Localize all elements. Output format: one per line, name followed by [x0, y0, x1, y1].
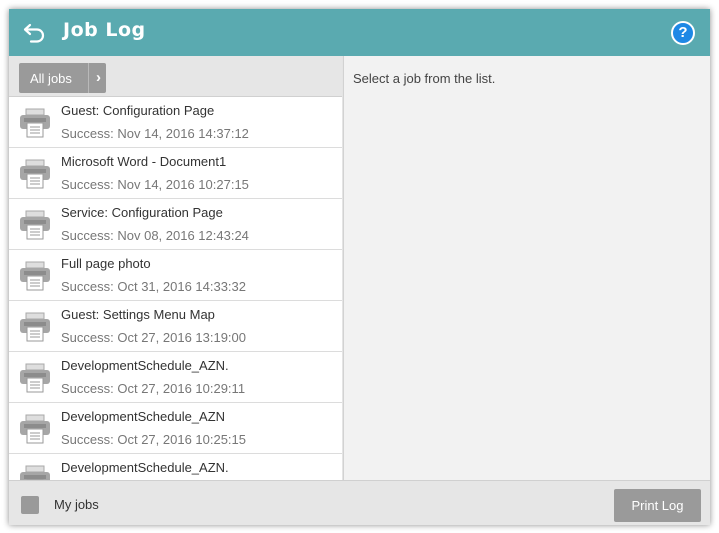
printer-icon — [19, 159, 51, 189]
job-name: Guest: Configuration Page — [61, 103, 215, 118]
header-bar: Job Log ? — [9, 9, 710, 56]
job-list-item[interactable]: DevelopmentSchedule_AZN Success: Oct 27, … — [9, 403, 342, 454]
job-list-item[interactable]: Microsoft Word - Document1 Success: Nov 1… — [9, 148, 342, 199]
job-list-item[interactable]: Guest: Settings Menu Map Success: Oct 27,… — [9, 301, 342, 352]
job-status: Success: Nov 14, 2016 14:37:12 — [61, 126, 249, 141]
help-icon[interactable]: ? — [671, 21, 695, 45]
printer-icon — [19, 363, 51, 393]
printer-icon — [19, 108, 51, 138]
filter-divider — [88, 63, 89, 93]
job-list: Guest: Configuration Page Success: Nov 14… — [9, 97, 342, 480]
select-job-hint: Select a job from the list. — [353, 71, 496, 86]
job-status: Success: Oct 31, 2016 14:33:32 — [61, 279, 247, 294]
job-name: Service: Configuration Page — [61, 205, 223, 220]
job-list-item[interactable]: Service: Configuration Page Success: Nov … — [9, 199, 342, 250]
all-jobs-label: All jobs — [30, 70, 72, 86]
footer-bar: My jobs Print Log — [9, 480, 710, 525]
job-list-item[interactable]: DevelopmentSchedule_AZN. Success: Oct 27,… — [9, 352, 342, 403]
job-list-panel: All jobs › Guest: Configuration Page Succ… — [9, 56, 342, 480]
job-status: Success: Nov 14, 2016 10:27:15 — [61, 177, 249, 192]
print-log-button[interactable]: Print Log — [614, 489, 701, 522]
job-name: Microsoft Word - Document1 — [61, 154, 227, 169]
back-arrow-icon[interactable] — [23, 21, 47, 43]
printer-icon — [19, 210, 51, 240]
my-jobs-label[interactable]: My jobs — [54, 497, 99, 512]
chevron-right-icon: › — [96, 69, 101, 86]
job-name: DevelopmentSchedule_AZN. — [61, 358, 229, 373]
filter-bar: All jobs › — [9, 56, 342, 97]
my-jobs-checkbox[interactable] — [21, 496, 39, 514]
all-jobs-filter-button[interactable]: All jobs › — [19, 63, 106, 93]
job-name: DevelopmentSchedule_AZN — [61, 409, 226, 424]
printer-icon — [19, 414, 51, 444]
job-name: Full page photo — [61, 256, 151, 271]
job-name: Guest: Settings Menu Map — [61, 307, 215, 322]
page-title: Job Log — [63, 19, 146, 41]
job-list-item[interactable]: Guest: Configuration Page Success: Nov 14… — [9, 97, 342, 148]
job-name: DevelopmentSchedule_AZN. — [61, 460, 229, 475]
job-status: Success: Oct 27, 2016 13:19:00 — [61, 330, 247, 345]
job-status: Success: Nov 08, 2016 12:43:24 — [61, 228, 249, 243]
printer-icon — [19, 312, 51, 342]
printer-icon — [19, 465, 51, 480]
printer-icon — [19, 261, 51, 291]
job-status: Success: Oct 27, 2016 10:29:11 — [61, 381, 246, 396]
job-list-item[interactable]: Full page photo Success: Oct 31, 2016 14:… — [9, 250, 342, 301]
job-status: Success: Oct 27, 2016 10:25:15 — [61, 432, 247, 447]
job-log-screen: Job Log ? All jobs › Guest: Configuratio… — [9, 9, 710, 525]
job-list-item[interactable]: DevelopmentSchedule_AZN. — [9, 454, 342, 480]
job-detail-panel: Select a job from the list. — [343, 56, 710, 480]
